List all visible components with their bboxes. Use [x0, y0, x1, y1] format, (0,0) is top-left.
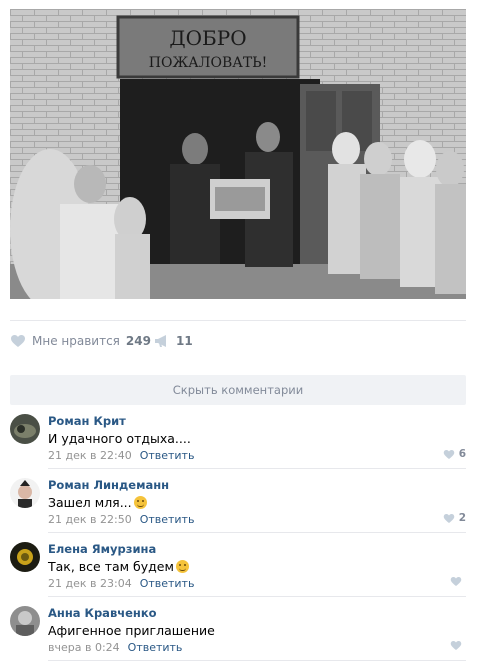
sign-text-line1: ДОБРО — [169, 26, 246, 50]
reply-link[interactable]: Ответить — [140, 513, 195, 526]
avatar[interactable] — [10, 478, 40, 508]
heart-icon — [11, 335, 25, 347]
reply-link[interactable]: Ответить — [128, 641, 183, 654]
like-label: Мне нравится — [32, 334, 120, 348]
heart-icon — [443, 513, 454, 523]
post-actions: Мне нравится 249 11 — [10, 320, 466, 362]
like-button[interactable]: Мне нравится 249 — [10, 334, 151, 348]
comment-date[interactable]: 21 дек в 22:40 — [48, 449, 132, 462]
heart-icon — [450, 641, 462, 650]
avatar[interactable] — [10, 542, 40, 572]
comment-text: И удачного отдыха.... — [48, 431, 191, 446]
heart-icon — [450, 577, 462, 586]
comment-date[interactable]: 21 дек в 22:50 — [48, 513, 132, 526]
divider — [48, 532, 466, 533]
divider — [48, 596, 466, 597]
smile-emoji-icon — [133, 496, 147, 509]
comment-meta: вчера в 0:24 Ответить — [48, 641, 182, 654]
like-count: 249 — [125, 334, 151, 348]
avatar[interactable] — [10, 606, 40, 636]
comment-author[interactable]: Роман Линдеманн — [48, 478, 169, 492]
comment-date[interactable]: вчера в 0:24 — [48, 641, 120, 654]
comment-meta: 21 дек в 22:40 Ответить — [48, 449, 194, 462]
share-count: 11 — [176, 334, 193, 348]
comment-like-count: 6 — [458, 448, 466, 460]
comment-text-content: Так, все там будем — [48, 559, 174, 574]
post-photo[interactable]: ДОБРО ПОЖАЛОВАТЬ! — [10, 9, 466, 299]
comment-meta: 21 дек в 22:50 Ответить — [48, 513, 194, 526]
comment-meta: 21 дек в 23:04 Ответить — [48, 577, 194, 590]
heart-icon — [443, 449, 454, 459]
comment-like-button[interactable] — [450, 576, 466, 587]
comment-text-content: Зашел мля... — [48, 495, 132, 510]
sign-text-line2: ПОЖАЛОВАТЬ! — [149, 55, 267, 71]
relieved-emoji-icon — [175, 560, 189, 573]
comment-text: Зашел мля... — [48, 495, 147, 510]
comment-like-button[interactable] — [450, 640, 466, 651]
comment-text: Афигенное приглашение — [48, 623, 215, 638]
photo-image: ДОБРО ПОЖАЛОВАТЬ! — [10, 9, 466, 299]
comment-text: Так, все там будем — [48, 559, 189, 574]
avatar[interactable] — [10, 414, 40, 444]
comment-author[interactable]: Анна Кравченко — [48, 606, 157, 620]
hide-comments-button[interactable]: Скрыть комментарии — [10, 375, 466, 405]
reply-link[interactable]: Ответить — [140, 449, 195, 462]
comment-author[interactable]: Роман Крит — [48, 414, 126, 428]
comment-date[interactable]: 21 дек в 23:04 — [48, 577, 132, 590]
comment-like-button[interactable]: 6 — [443, 448, 466, 460]
divider — [48, 468, 466, 469]
reply-link[interactable]: Ответить — [140, 577, 195, 590]
megaphone-icon — [155, 335, 166, 347]
share-button[interactable]: 11 — [154, 334, 193, 348]
comment-like-button[interactable]: 2 — [443, 512, 466, 524]
comment-author[interactable]: Елена Ямурзина — [48, 542, 156, 556]
comment-like-count: 2 — [458, 512, 466, 524]
divider — [48, 660, 466, 661]
